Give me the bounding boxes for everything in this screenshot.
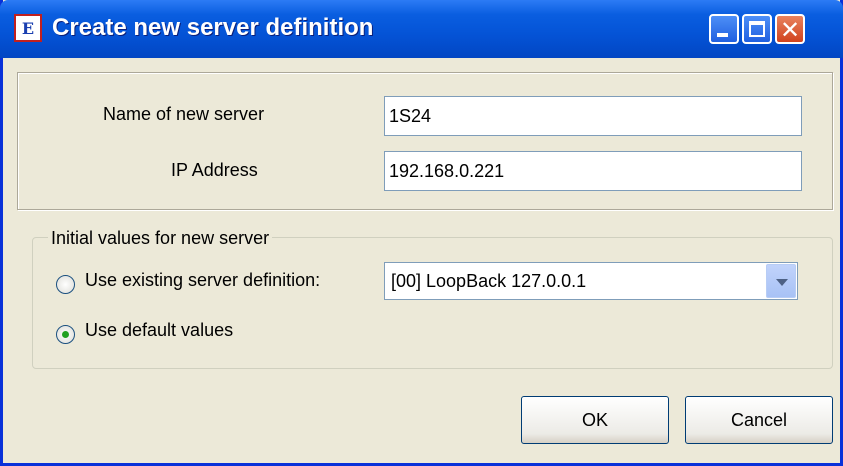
ok-button[interactable]: OK <box>521 396 669 444</box>
use-existing-radio[interactable] <box>56 275 75 294</box>
existing-server-select[interactable]: [00] LoopBack 127.0.0.1 <box>384 262 798 300</box>
title-bar[interactable]: E Create new server definition ✕ <box>0 0 843 58</box>
ip-address-label: IP Address <box>171 160 258 180</box>
initial-values-group-label: Initial values for new server <box>48 228 273 249</box>
close-button[interactable]: ✕ <box>775 14 805 44</box>
window-title: Create new server definition <box>52 14 374 41</box>
maximize-icon <box>749 21 765 37</box>
close-icon: ✕ <box>779 16 801 44</box>
minimize-button[interactable] <box>709 14 739 44</box>
dialog-window: E Create new server definition ✕ Name of… <box>0 0 843 466</box>
app-icon[interactable]: E <box>14 14 42 42</box>
use-existing-label[interactable]: Use existing server definition: <box>85 270 320 291</box>
server-name-label: Name of new server <box>103 104 265 124</box>
use-default-radio[interactable] <box>56 325 75 344</box>
use-default-label[interactable]: Use default values <box>85 320 233 341</box>
chevron-down-icon <box>776 279 788 286</box>
server-name-input[interactable] <box>384 96 802 136</box>
existing-server-select-value: [00] LoopBack 127.0.0.1 <box>391 271 587 291</box>
cancel-button[interactable]: Cancel <box>685 396 833 444</box>
ip-address-input[interactable] <box>384 151 802 191</box>
dropdown-button[interactable] <box>766 264 796 298</box>
app-icon-glyph: E <box>21 18 35 38</box>
maximize-button[interactable] <box>742 14 772 44</box>
initial-values-group <box>32 237 833 369</box>
radio-selected-dot <box>62 331 69 338</box>
minimize-icon <box>717 33 728 37</box>
